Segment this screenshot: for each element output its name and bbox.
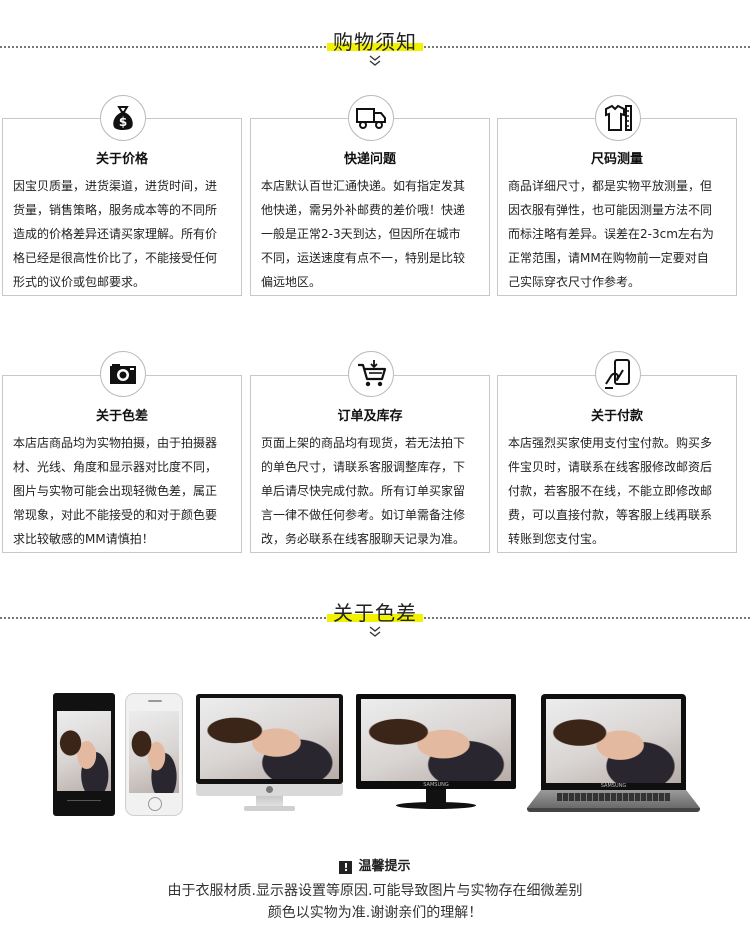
product-photo [546, 699, 681, 783]
apple-logo-icon [266, 786, 273, 793]
card-title: 订单及库存 [337, 409, 403, 424]
card-text: 商品详细尺寸，都是实物平放测量，但 因衣服有弹性，也可能因测量方法不同 而标注略有差… [508, 179, 714, 289]
info-card-order: 订单及库存 页面上架的商品均有现货，若无法拍下 的单色尺寸，请联系客服调整库存，下… [250, 375, 490, 553]
delivery-truck-icon [348, 95, 394, 141]
card-title: 关于色差 [95, 409, 148, 424]
info-card-color: 关于色差 本店店商品均为实物拍摄，由于拍摄器 材、光线、角度和显示器对比度不同，图… [2, 375, 242, 553]
brand-label: SAMSUNG [600, 783, 627, 789]
notice-text-line: 由于衣服材质.显示器设置等原因.可能导致图片与实物存在细微差别 [167, 883, 583, 899]
product-photo [200, 698, 339, 779]
product-photo [129, 711, 179, 793]
card-text: 因宝贝质量，进货渠道，进货时间，进 货量，销售策略，服务成本等的不同所 造成的价格差… [13, 179, 218, 289]
shirt-ruler-icon [595, 95, 641, 141]
card-text: 本店店商品均为实物拍摄，由于拍摄器 材、光线、角度和显示器对比度不同， 图片与实物可… [13, 436, 218, 546]
chevron-down-icon [369, 626, 381, 637]
product-photo [57, 711, 111, 791]
camera-icon [100, 351, 146, 397]
section-title-shopping: 购物须知 [0, 30, 750, 54]
product-photo [361, 699, 511, 781]
card-title: 快递问题 [343, 152, 396, 167]
info-card-shipping: 快递问题 本店默认百世汇通快递。如有指定发其 他快递，需另外补邮费的差价哦！快递一… [250, 118, 490, 296]
card-title: 关于价格 [95, 152, 148, 167]
info-card-price: 关于价格 因宝贝质量，进货渠道，进货时间，进 货量，销售策略，服务成本等的不同所造… [2, 118, 242, 296]
imac-device [196, 694, 343, 812]
section-title-color: 关于色差 [0, 601, 750, 625]
info-card-size: 尺码测量 商品详细尺寸，都是实物平放测量，但 因衣服有弹性，也可能因测量方法不同而… [497, 118, 737, 296]
card-title: 尺码测量 [590, 152, 643, 167]
monitor-device: SAMSUNG [356, 694, 516, 817]
card-text: 页面上架的商品均有现货，若无法拍下 的单色尺寸，请联系客服调整库存，下 单后请尽快完… [261, 436, 466, 546]
card-text: 本店强烈买家使用支付宝付款。购买多 件宝贝时，请联系在线客服修改邮资后 付款，若客服… [508, 436, 713, 546]
notice-text-line: 颜色以实物为准.谢谢亲们的理解！ [267, 905, 483, 921]
android-phone-device [53, 693, 115, 816]
card-text: 本店默认百世汇通快递。如有指定发其 他快递，需另外补邮费的差价哦！快递 一般是正常2… [261, 179, 466, 289]
payment-hand-icon [595, 351, 641, 397]
chevron-down-icon [369, 55, 381, 66]
svg-text:$: $ [119, 115, 127, 129]
warning-icon: ! [339, 861, 353, 874]
money-bag-icon: $ [100, 95, 146, 141]
brand-label: SAMSUNG [423, 782, 449, 788]
laptop-device: SAMSUNG [527, 694, 700, 814]
card-title: 关于付款 [590, 409, 643, 424]
shopping-cart-icon [348, 351, 394, 397]
notice-title: ! 温馨提示 [0, 855, 750, 874]
info-card-payment: 关于付款 本店强烈买家使用支付宝付款。购买多 件宝贝时，请联系在线客服修改邮资后付… [497, 375, 737, 553]
iphone-device [125, 693, 183, 816]
